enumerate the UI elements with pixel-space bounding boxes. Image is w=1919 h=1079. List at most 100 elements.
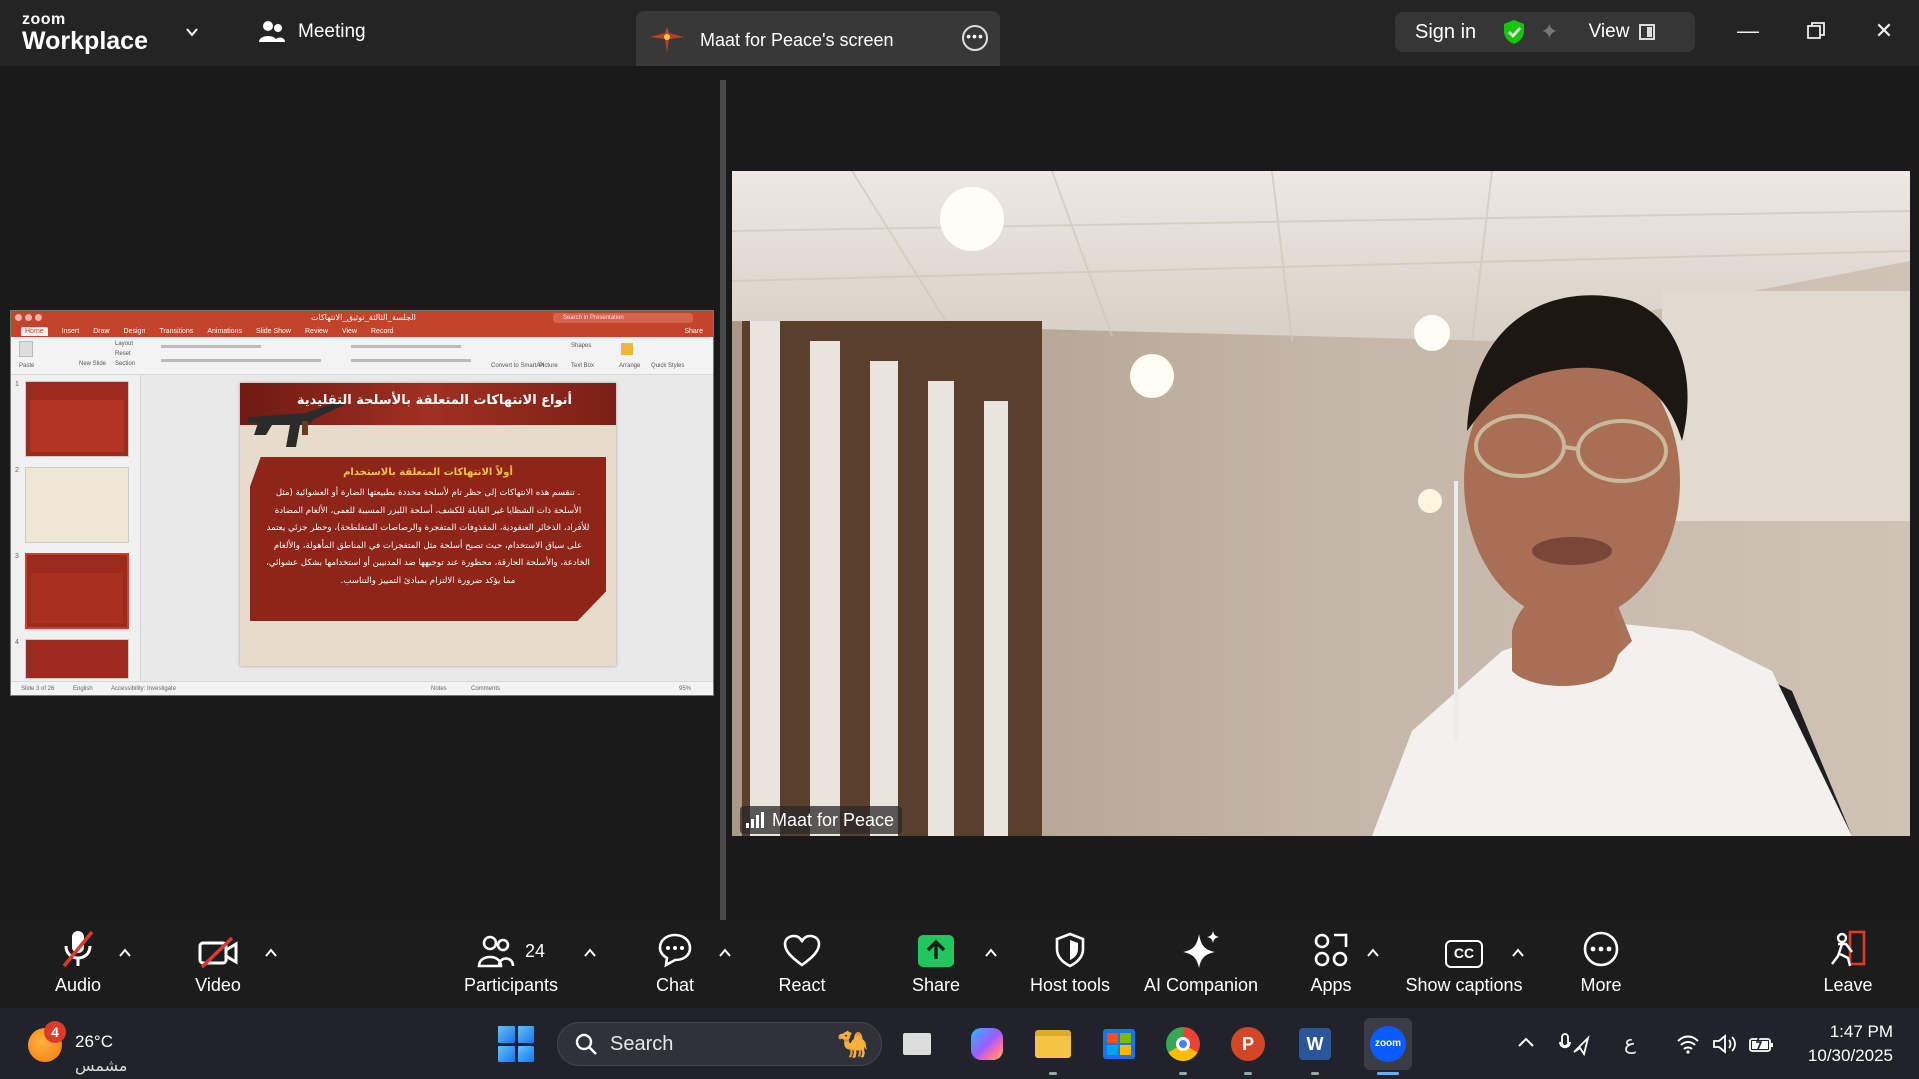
host-tools-label: Host tools bbox=[1029, 975, 1111, 995]
meeting-tab[interactable]: Meeting bbox=[258, 20, 366, 44]
share-button[interactable]: Share bbox=[906, 920, 966, 1008]
share-options-chevron-icon[interactable] bbox=[984, 946, 998, 960]
search-icon bbox=[575, 1033, 597, 1055]
shared-powerpoint-window[interactable]: الجلسة_الثالثة_توثيق_الانتهاكات Search i… bbox=[10, 310, 714, 696]
zoom-meeting-window: zoom Workplace Meeting Maat for Peace's … bbox=[0, 0, 1919, 1079]
leave-button[interactable]: Leave bbox=[1820, 920, 1876, 1008]
captions-icon: CC bbox=[1445, 940, 1483, 968]
taskbar-search[interactable]: Search 🐪 bbox=[557, 1022, 882, 1066]
chat-button[interactable]: Chat bbox=[645, 920, 705, 1008]
split-divider[interactable] bbox=[720, 80, 726, 920]
chrome-icon[interactable] bbox=[1163, 1024, 1203, 1064]
ppt-smartart-label: Convert to SmartArt bbox=[491, 363, 545, 369]
shared-screen-tab[interactable]: Maat for Peace's screen ••• bbox=[636, 11, 1000, 69]
task-view-icon[interactable] bbox=[897, 1024, 937, 1064]
participants-options-chevron-icon[interactable] bbox=[583, 946, 597, 960]
ppt-quickstyles-label: Quick Styles bbox=[651, 363, 685, 369]
connection-signal-icon bbox=[746, 812, 764, 828]
powerpoint-icon[interactable]: P bbox=[1228, 1024, 1268, 1064]
more-icon bbox=[1583, 931, 1619, 967]
sparkle-icon bbox=[1183, 931, 1219, 968]
ai-companion-button[interactable]: AI Companion bbox=[1140, 920, 1262, 1008]
ppt-tab-animations: Animations bbox=[207, 327, 242, 335]
ppt-shapes-label: Shapes bbox=[571, 343, 592, 349]
participants-icon bbox=[477, 935, 515, 968]
microphone-muted-icon bbox=[62, 930, 94, 968]
sparkle-icon[interactable]: ✦ bbox=[1540, 19, 1558, 45]
chevron-down-icon[interactable] bbox=[184, 24, 200, 40]
view-layout-icon[interactable] bbox=[1639, 24, 1656, 40]
react-button[interactable]: React bbox=[772, 920, 832, 1008]
microphone-location-icon[interactable] bbox=[1558, 1032, 1590, 1056]
ppt-textbox-label: Text Box bbox=[571, 363, 595, 369]
apps-options-chevron-icon[interactable] bbox=[1366, 946, 1380, 960]
minimize-icon[interactable]: — bbox=[1733, 16, 1763, 46]
participants-label: Participants bbox=[463, 975, 559, 995]
current-slide[interactable]: أنواع الانتهاكات المتعلقة بالأسلحة التقل… bbox=[240, 383, 616, 666]
battery-charging-icon[interactable] bbox=[1748, 1034, 1774, 1054]
zoom-app-icon[interactable]: zoom bbox=[1368, 1024, 1408, 1064]
participant-video-tile[interactable]: Maat for Peace bbox=[732, 171, 1910, 836]
word-icon[interactable]: W bbox=[1295, 1024, 1335, 1064]
status-language: English bbox=[73, 686, 93, 692]
ai-companion-label: AI Companion bbox=[1143, 975, 1259, 995]
ppt-arrange-label: Arrange bbox=[619, 363, 641, 369]
shield-check-icon[interactable] bbox=[1502, 19, 1526, 45]
thumb-number: 2 bbox=[15, 467, 19, 474]
close-icon[interactable]: ✕ bbox=[1869, 16, 1899, 46]
restore-icon[interactable] bbox=[1801, 16, 1831, 46]
participants-button[interactable]: 24 Participants bbox=[456, 920, 566, 1008]
ppt-tab-record: Record bbox=[371, 327, 394, 335]
microsoft-store-icon[interactable] bbox=[1099, 1024, 1139, 1064]
slide-thumbnail[interactable] bbox=[25, 639, 129, 679]
captions-options-chevron-icon[interactable] bbox=[1511, 946, 1525, 960]
more-options-icon[interactable]: ••• bbox=[962, 25, 988, 51]
host-tools-button[interactable]: Host tools bbox=[1024, 920, 1116, 1008]
apps-button[interactable]: Apps bbox=[1306, 920, 1356, 1008]
ppt-picture-label: Picture bbox=[539, 363, 558, 369]
input-language[interactable]: ع bbox=[1624, 1030, 1636, 1054]
chat-options-chevron-icon[interactable] bbox=[718, 946, 732, 960]
audio-button[interactable]: Audio bbox=[46, 920, 110, 1008]
ppt-reset-label: Reset bbox=[115, 351, 131, 357]
video-label: Video bbox=[195, 975, 241, 995]
wifi-icon[interactable] bbox=[1676, 1034, 1700, 1054]
ppt-tab-design: Design bbox=[123, 327, 146, 335]
ppt-editor: 1 2 3 4 أنواع الانتهاكات المتعلقة بالأسل… bbox=[11, 375, 713, 683]
sign-in-button[interactable]: Sign in bbox=[1415, 21, 1476, 44]
people-icon bbox=[259, 21, 285, 42]
slide-thumbnail[interactable] bbox=[25, 467, 129, 543]
windows-taskbar: 4 26°C مشمس Search 🐪 P W zoom ع 1:47 PM … bbox=[0, 1008, 1919, 1079]
video-button[interactable]: Video bbox=[186, 920, 250, 1008]
thumb-number: 3 bbox=[15, 553, 19, 560]
ppt-tab-transitions: Transitions bbox=[159, 327, 194, 335]
copilot-icon[interactable] bbox=[967, 1024, 1007, 1064]
status-zoom: 95% bbox=[679, 686, 692, 692]
clock-date: 10/30/2025 bbox=[1807, 1046, 1893, 1065]
status-accessibility: Accessibility: Investigate bbox=[111, 686, 177, 692]
leave-label: Leave bbox=[1823, 975, 1873, 995]
ppt-ribbon-tabs: Home Insert Draw Design Transitions Anim… bbox=[11, 325, 713, 337]
video-options-chevron-icon[interactable] bbox=[264, 946, 278, 960]
thumb-number: 4 bbox=[15, 639, 19, 646]
ppt-tab-home: Home bbox=[21, 326, 48, 336]
status-slide-count: Slide 3 of 26 bbox=[21, 686, 55, 692]
brand-small: zoom bbox=[22, 11, 66, 28]
slide-content-panel: أولاً الانتهاكات المتعلقة بالاستخدام . ت… bbox=[250, 457, 606, 621]
file-explorer-icon[interactable] bbox=[1033, 1024, 1073, 1064]
zoom-workplace-logo[interactable]: zoom Workplace bbox=[22, 12, 148, 54]
show-hidden-icons-chevron-icon[interactable] bbox=[1516, 1034, 1536, 1050]
windows-start-icon[interactable] bbox=[498, 1026, 534, 1062]
audio-options-chevron-icon[interactable] bbox=[118, 946, 132, 960]
show-captions-button[interactable]: CC Show captions bbox=[1400, 920, 1528, 1008]
slide-thumbnail-selected[interactable] bbox=[25, 553, 129, 629]
volume-icon[interactable] bbox=[1712, 1034, 1738, 1054]
taskbar-clock[interactable]: 1:47 PM 10/30/2025 bbox=[1808, 1020, 1893, 1068]
host-shield-icon bbox=[1055, 932, 1085, 968]
ppt-section-label: Section bbox=[115, 361, 136, 367]
ppt-tab-draw: Draw bbox=[93, 327, 110, 335]
status-notes: Notes bbox=[431, 686, 447, 692]
more-button[interactable]: More bbox=[1574, 920, 1628, 1008]
slide-thumbnail[interactable] bbox=[25, 381, 129, 457]
view-button[interactable]: View bbox=[1589, 21, 1630, 43]
